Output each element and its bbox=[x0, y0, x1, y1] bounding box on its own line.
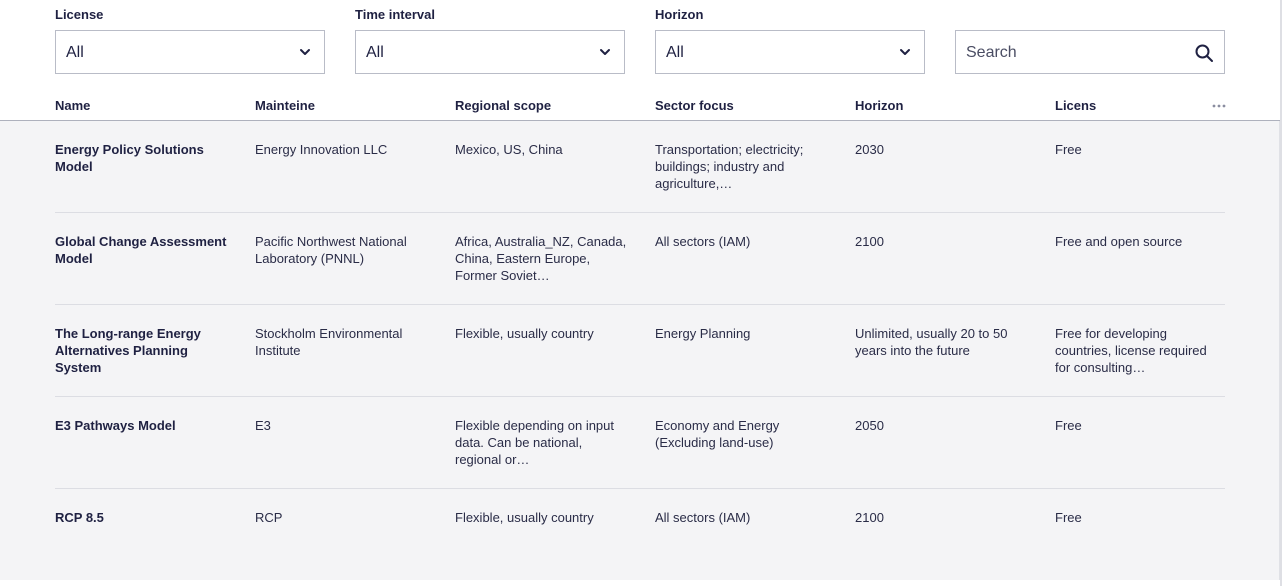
more-horizontal-icon[interactable] bbox=[1212, 104, 1226, 108]
cell-regional-scope: Flexible depending on input data. Can be… bbox=[455, 418, 615, 467]
cell-regional-scope: Africa, Australia_NZ, Canada, China, Eas… bbox=[455, 234, 627, 283]
column-header-regional-scope[interactable]: Regional scope bbox=[455, 98, 551, 113]
cell-maintainer: RCP bbox=[255, 510, 283, 525]
cell-horizon: Unlimited, usually 20 to 50 years into t… bbox=[855, 326, 1008, 358]
search-placeholder: Search bbox=[966, 44, 1017, 61]
horizon-filter-label: Horizon bbox=[655, 7, 704, 22]
cell-license: Free bbox=[1055, 510, 1082, 525]
cell-regional-scope: Mexico, US, China bbox=[455, 142, 563, 157]
cell-horizon: 2030 bbox=[855, 142, 884, 157]
cell-horizon: 2100 bbox=[855, 234, 884, 249]
cell-sector-focus: Economy and Energy (Excluding land-use) bbox=[655, 418, 780, 450]
cell-horizon: 2100 bbox=[855, 510, 884, 525]
cell-horizon: 2050 bbox=[855, 418, 884, 433]
column-header-maintainer[interactable]: Mainteine bbox=[255, 98, 315, 113]
license-select[interactable]: All bbox=[55, 30, 325, 74]
column-header-license[interactable]: Licens bbox=[1055, 98, 1096, 113]
chevron-down-icon bbox=[300, 49, 310, 55]
table-row[interactable]: Energy Policy Solutions Model Energy Inn… bbox=[55, 121, 1225, 213]
column-header-name[interactable]: Name bbox=[55, 98, 90, 113]
cell-license: Free bbox=[1055, 418, 1082, 433]
cell-maintainer: Pacific Northwest National Laboratory (P… bbox=[255, 234, 407, 266]
cell-sector-focus: All sectors (IAM) bbox=[655, 234, 751, 249]
license-select-value: All bbox=[66, 44, 84, 61]
models-table: Name Mainteine Regional scope Sector foc… bbox=[0, 80, 1282, 586]
search-icon[interactable] bbox=[1194, 43, 1214, 63]
chevron-down-icon bbox=[600, 49, 610, 55]
cell-name[interactable]: Energy Policy Solutions Model bbox=[55, 141, 230, 175]
cell-name[interactable]: The Long-range Energy Alternatives Plann… bbox=[55, 325, 230, 376]
cell-sector-focus: All sectors (IAM) bbox=[655, 510, 751, 525]
filter-bar: License All Time interval All Horizon Al… bbox=[55, 0, 1225, 80]
table-row[interactable]: E3 Pathways Model E3 Flexible depending … bbox=[55, 397, 1225, 489]
license-filter-label: License bbox=[55, 7, 104, 22]
table-row[interactable]: The Long-range Energy Alternatives Plann… bbox=[55, 305, 1225, 397]
cell-name[interactable]: Global Change Assessment Model bbox=[55, 233, 230, 267]
cell-maintainer: Energy Innovation LLC bbox=[255, 142, 388, 157]
time-interval-select[interactable]: All bbox=[355, 30, 625, 74]
time-interval-filter-label: Time interval bbox=[355, 7, 435, 22]
horizon-select-value: All bbox=[666, 44, 684, 61]
chevron-down-icon bbox=[900, 49, 910, 55]
cell-sector-focus: Transportation; electricity; buildings; … bbox=[655, 142, 804, 191]
cell-maintainer: E3 bbox=[255, 418, 271, 433]
cell-license: Free and open source bbox=[1055, 234, 1183, 249]
cell-license: Free for developing countries, license r… bbox=[1055, 326, 1207, 375]
cell-regional-scope: Flexible, usually country bbox=[455, 326, 594, 341]
column-header-horizon[interactable]: Horizon bbox=[855, 98, 903, 113]
cell-name[interactable]: RCP 8.5 bbox=[55, 509, 230, 526]
horizon-select[interactable]: All bbox=[655, 30, 925, 74]
search-input[interactable]: Search bbox=[955, 30, 1225, 74]
cell-sector-focus: Energy Planning bbox=[655, 326, 751, 341]
time-interval-select-value: All bbox=[366, 44, 384, 61]
cell-name[interactable]: E3 Pathways Model bbox=[55, 417, 230, 434]
cell-license: Free bbox=[1055, 142, 1082, 157]
table-row[interactable]: RCP 8.5 RCP Flexible, usually country Al… bbox=[55, 489, 1225, 581]
table-body: Energy Policy Solutions Model Energy Inn… bbox=[0, 121, 1280, 580]
column-header-sector-focus[interactable]: Sector focus bbox=[655, 98, 734, 113]
cell-regional-scope: Flexible, usually country bbox=[455, 510, 594, 525]
cell-maintainer: Stockholm Environmental Institute bbox=[255, 326, 403, 358]
table-header: Name Mainteine Regional scope Sector foc… bbox=[0, 80, 1280, 121]
table-row[interactable]: Global Change Assessment Model Pacific N… bbox=[55, 213, 1225, 305]
